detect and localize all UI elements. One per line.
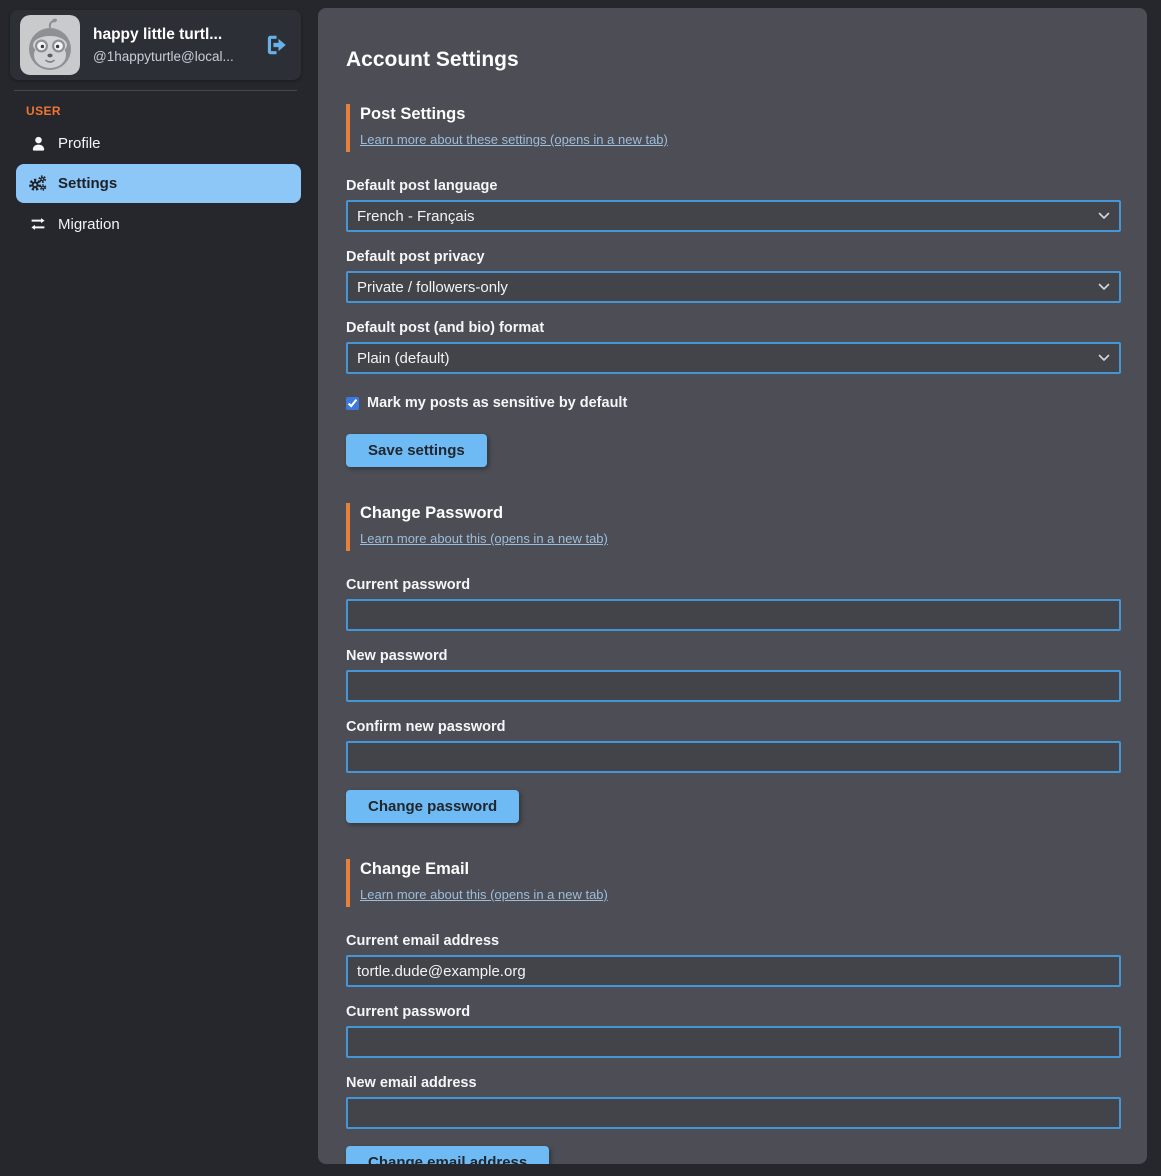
checkbox-label: Mark my posts as sensitive by default — [367, 395, 627, 411]
learn-more-link[interactable]: Learn more about this (opens in a new ta… — [360, 887, 608, 902]
new-email-input[interactable] — [346, 1097, 1121, 1129]
default-post-format-select[interactable]: Plain (default) — [346, 342, 1121, 374]
sidebar-nav: Profile Settings — [16, 126, 301, 242]
current-email-input[interactable] — [346, 955, 1121, 987]
change-password-header: Change Password Learn more about this (o… — [346, 503, 1121, 551]
logout-button[interactable] — [261, 30, 291, 60]
user-icon — [28, 135, 48, 152]
field-label: Current email address — [346, 933, 1121, 949]
field-label: New email address — [346, 1075, 1121, 1091]
user-handle: @1happyturtle@local... — [93, 49, 248, 64]
current-password-field: Current password — [346, 577, 1121, 631]
sidebar-divider — [14, 90, 297, 91]
default-post-privacy-field: Default post privacy Private / followers… — [346, 249, 1121, 303]
field-label: Default post privacy — [346, 249, 1121, 265]
confirm-new-password-input[interactable] — [346, 741, 1121, 773]
user-names: happy little turtl... @1happyturtle@loca… — [93, 26, 248, 64]
gears-icon — [28, 173, 48, 194]
default-post-language-select[interactable]: French - Français — [346, 200, 1121, 232]
sidebar-item-label: Settings — [58, 175, 117, 192]
user-card: happy little turtl... @1happyturtle@loca… — [10, 10, 301, 80]
post-settings-section: Post Settings Learn more about these set… — [346, 104, 1121, 467]
change-email-section: Change Email Learn more about this (open… — [346, 859, 1121, 1164]
page-title: Account Settings — [346, 48, 1121, 72]
sign-out-icon — [263, 32, 289, 58]
default-post-format-field: Default post (and bio) format Plain (def… — [346, 320, 1121, 374]
sidebar-item-migration[interactable]: Migration — [16, 206, 301, 242]
email-current-password-input[interactable] — [346, 1026, 1121, 1058]
sidebar-item-label: Migration — [58, 216, 120, 233]
field-label: Default post language — [346, 178, 1121, 194]
default-post-privacy-select[interactable]: Private / followers-only — [346, 271, 1121, 303]
field-label: Current password — [346, 1004, 1121, 1020]
learn-more-link[interactable]: Learn more about these settings (opens i… — [360, 132, 668, 147]
confirm-new-password-field: Confirm new password — [346, 719, 1121, 773]
change-password-button[interactable]: Change password — [346, 790, 519, 823]
field-label: Confirm new password — [346, 719, 1121, 735]
account-settings-panel: Account Settings Post Settings Learn mor… — [318, 8, 1147, 1164]
sloth-avatar — [20, 15, 80, 75]
display-name: happy little turtl... — [93, 26, 248, 44]
transfer-arrows-icon — [28, 215, 48, 233]
change-email-button[interactable]: Change email address — [346, 1146, 549, 1164]
new-password-input[interactable] — [346, 670, 1121, 702]
sensitive-by-default-checkbox[interactable] — [346, 397, 359, 410]
section-title: Post Settings — [360, 105, 1121, 124]
field-label: Current password — [346, 577, 1121, 593]
section-title: Change Password — [360, 504, 1121, 523]
email-current-password-field: Current password — [346, 1004, 1121, 1058]
post-settings-header: Post Settings Learn more about these set… — [346, 104, 1121, 152]
section-title: Change Email — [360, 860, 1121, 879]
default-post-language-field: Default post language French - Français — [346, 178, 1121, 232]
learn-more-link[interactable]: Learn more about this (opens in a new ta… — [360, 531, 608, 546]
change-email-header: Change Email Learn more about this (open… — [346, 859, 1121, 907]
field-label: Default post (and bio) format — [346, 320, 1121, 336]
field-label: New password — [346, 648, 1121, 664]
sidebar-item-label: Profile — [58, 135, 101, 152]
current-password-input[interactable] — [346, 599, 1121, 631]
new-password-field: New password — [346, 648, 1121, 702]
new-email-field: New email address — [346, 1075, 1121, 1129]
sidebar-item-profile[interactable]: Profile — [16, 126, 301, 161]
save-settings-button[interactable]: Save settings — [346, 434, 487, 467]
sidebar-section-label: USER — [26, 104, 301, 118]
change-password-section: Change Password Learn more about this (o… — [346, 503, 1121, 823]
sidebar-item-settings[interactable]: Settings — [16, 164, 301, 203]
current-email-field: Current email address — [346, 933, 1121, 987]
sidebar: happy little turtl... @1happyturtle@loca… — [0, 0, 301, 1176]
sensitive-by-default-row: Mark my posts as sensitive by default — [346, 395, 1121, 411]
